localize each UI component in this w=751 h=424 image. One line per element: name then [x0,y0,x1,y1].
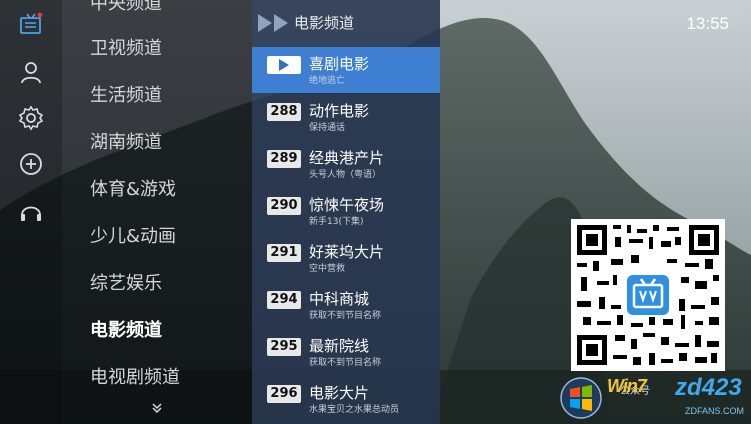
channel-program: 获取不到节目名称 [309,311,382,321]
channel-list-header: 电影频道 [252,0,440,46]
channel-list-title: 电影频道 [294,14,355,32]
channel-number: 288 [267,103,301,121]
headset-icon[interactable] [17,198,45,226]
watermark-brand: Win7 [607,376,647,396]
qr-code [571,219,725,371]
channel-program: 水果宝贝之水果总动员 [309,405,400,415]
channel-program: 新手13(下集) [309,217,364,227]
channel-name: 好莱坞大片 [309,243,385,261]
category-item[interactable]: 电视剧频道 [90,363,180,393]
category-list: 中央频道 卫视频道 生活频道 湖南频道 体育&游戏 少儿&动画 综艺娱乐 电影频… [62,0,252,424]
add-icon[interactable] [17,150,45,178]
category-item-active[interactable]: 电影频道 [90,316,162,346]
category-item[interactable]: 少儿&动画 [90,222,176,252]
settings-icon[interactable] [17,104,45,132]
category-item[interactable]: 中央频道 [90,0,162,19]
channel-number: 291 [267,244,301,262]
channel-number: 295 [267,338,301,356]
chevron-down-icon[interactable] [151,401,163,413]
channel-name: 电影大片 [309,384,370,402]
channel-row[interactable]: 294 中科商城 获取不到节目名称 [252,282,440,328]
clock: 13:55 [686,14,729,33]
channel-program: 空中营救 [309,264,346,274]
channel-program: 保持通话 [309,123,346,133]
category-item[interactable]: 体育&游戏 [90,175,176,205]
channel-program: 绝地逃亡 [309,76,346,86]
watermark: Win7 zd423 ZDFANS.COM [553,372,751,424]
tv-logo-icon[interactable] [17,10,45,38]
channel-number: 289 [267,150,301,168]
icon-rail [0,0,62,424]
channel-number: 290 [267,197,301,215]
channel-row[interactable]: 288 动作电影 保持通话 [252,94,440,140]
watermark-site: zd423 [675,374,742,401]
channel-name: 中科商城 [309,290,370,308]
user-icon[interactable] [17,58,45,86]
channel-list: 电影频道 喜剧电影 绝地逃亡 288 动作电影 保持通话 289 经典港产片 头… [252,0,440,424]
watermark-url: ZDFANS.COM [685,406,745,416]
channel-name: 惊悚午夜场 [309,196,385,214]
channel-row[interactable]: 296 电影大片 水果宝贝之水果总动员 [252,376,440,422]
channel-name: 动作电影 [309,102,370,120]
category-item[interactable]: 生活频道 [90,81,162,111]
channel-row[interactable]: 290 惊悚午夜场 新手13(下集) [252,188,440,234]
channel-row[interactable]: 289 经典港产片 头号人物（粤语） [252,141,440,187]
double-arrow-icon [258,14,288,32]
notification-dot [37,12,43,18]
channel-row[interactable]: 295 最新院线 获取不到节目名称 [252,329,440,375]
channel-program: 获取不到节目名称 [309,358,382,368]
channel-number: 296 [267,385,301,403]
channel-row-selected[interactable]: 喜剧电影 绝地逃亡 [252,47,440,93]
category-item[interactable]: 卫视频道 [90,34,162,64]
channel-row[interactable]: 291 好莱坞大片 空中营救 [252,235,440,281]
play-icon [267,56,301,74]
channel-name: 最新院线 [309,337,370,355]
category-item[interactable]: 综艺娱乐 [90,269,162,299]
qr-code-image [571,219,725,371]
channel-number: 294 [267,291,301,309]
windows-logo-icon [560,377,602,419]
category-item[interactable]: 湖南频道 [90,128,162,158]
channel-name: 喜剧电影 [309,55,370,73]
channel-program: 头号人物（粤语） [309,170,382,180]
channel-name: 经典港产片 [309,149,385,167]
